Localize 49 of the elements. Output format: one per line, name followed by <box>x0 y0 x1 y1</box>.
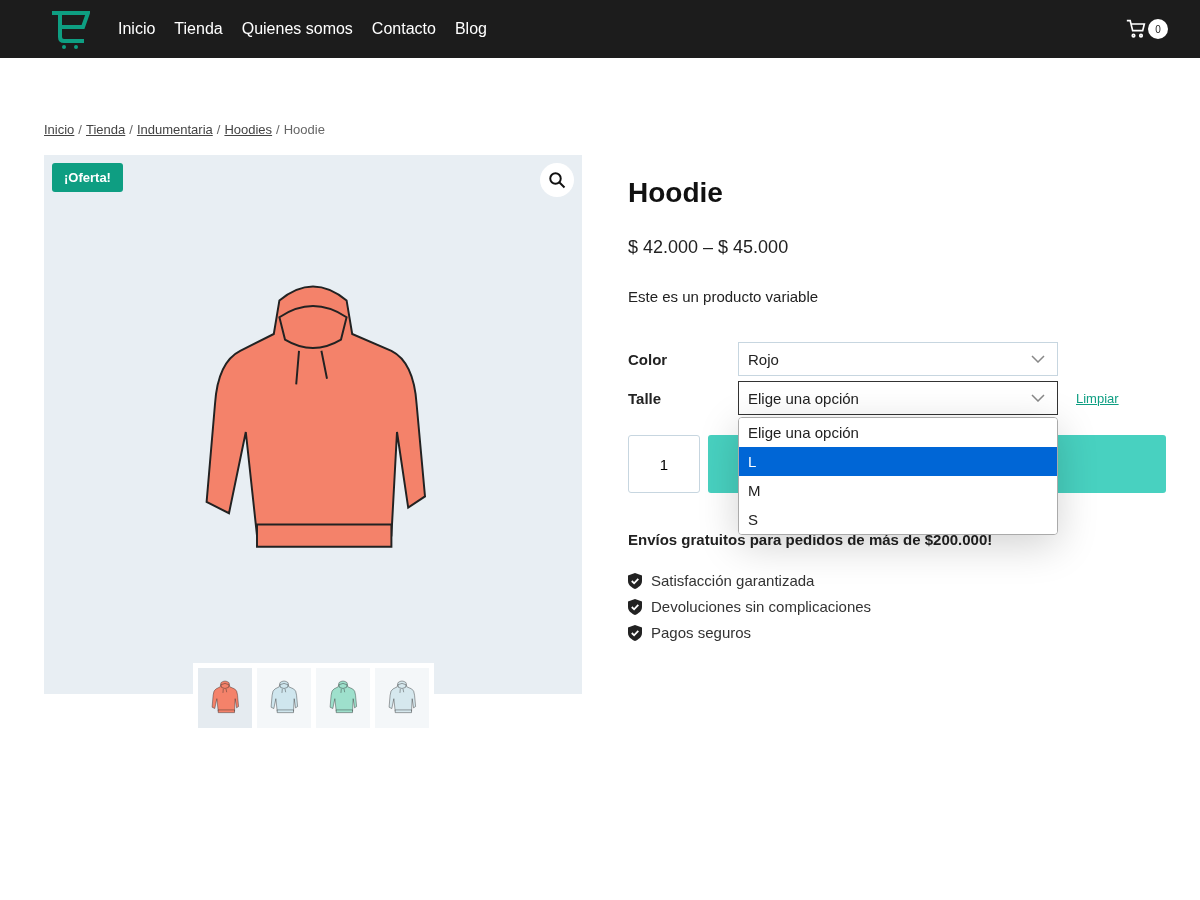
thumbnail[interactable] <box>198 668 252 728</box>
variation-select[interactable]: Elige una opción <box>738 381 1058 415</box>
breadcrumb-link[interactable]: Indumentaria <box>136 122 213 137</box>
breadcrumb-link[interactable]: Tienda <box>86 122 126 137</box>
shield-check-icon <box>628 572 642 589</box>
logo-icon[interactable] <box>50 9 90 49</box>
separator-text: / <box>78 122 82 137</box>
nav-link[interactable]: Inicio <box>118 20 156 38</box>
dropdown-option[interactable]: L <box>739 447 1057 476</box>
hoodie-drawing <box>385 680 419 716</box>
zoom-button[interactable] <box>540 163 574 197</box>
shipping-notice: Envíos gratuitos para pedidos de más de $200.000! <box>628 531 994 548</box>
search-icon <box>548 171 566 189</box>
chevron-down-icon <box>1031 394 1045 402</box>
variation-label: Color <box>628 350 669 368</box>
thumbnail[interactable] <box>257 668 311 728</box>
nav-link[interactable]: Quienes somos <box>241 20 353 38</box>
hoodie-drawing <box>326 680 360 716</box>
shield-check-icon <box>628 624 642 641</box>
shield-check-icon <box>628 598 642 615</box>
product-description: Este es un producto variable <box>628 288 820 305</box>
separator-text: / <box>276 122 280 137</box>
price-range: $ 42.000 – $ 45.000 <box>628 237 790 258</box>
feature-text: Satisfacción garantizada <box>651 572 815 589</box>
variation-select[interactable]: Rojo <box>738 342 1058 376</box>
cart-count-badge: 0 <box>1148 19 1168 39</box>
chevron-down-icon <box>1031 355 1045 363</box>
thumbnail[interactable] <box>375 668 429 728</box>
nav-link[interactable]: Blog <box>454 20 487 38</box>
quantity-field[interactable]: 1 <box>628 435 700 493</box>
separator-text: / <box>129 122 133 137</box>
feature-text: Devoluciones sin complicaciones <box>651 598 872 615</box>
thumbnail[interactable] <box>316 668 370 728</box>
dropdown-option[interactable]: S <box>739 505 1057 534</box>
breadcrumb-link[interactable]: Inicio <box>44 122 75 137</box>
cart-icon[interactable] <box>1126 19 1146 39</box>
dropdown-option[interactable]: M <box>739 476 1057 505</box>
feature-text: Pagos seguros <box>651 624 752 641</box>
product-title: Hoodie <box>628 177 724 209</box>
breadcrumb-link[interactable]: Hoodies <box>224 122 273 137</box>
variation-label: Talle <box>628 389 663 407</box>
page-name-text: Hoodie <box>283 122 325 137</box>
hoodie-drawing <box>267 680 301 716</box>
nav-link[interactable]: Tienda <box>174 20 223 38</box>
hoodie-drawing <box>208 680 242 716</box>
sale-badge: ¡Oferta! <box>52 163 123 192</box>
dropdown-option[interactable]: Elige una opción <box>739 418 1057 447</box>
separator-text: / <box>216 122 221 137</box>
nav-link[interactable]: Contacto <box>371 20 436 38</box>
